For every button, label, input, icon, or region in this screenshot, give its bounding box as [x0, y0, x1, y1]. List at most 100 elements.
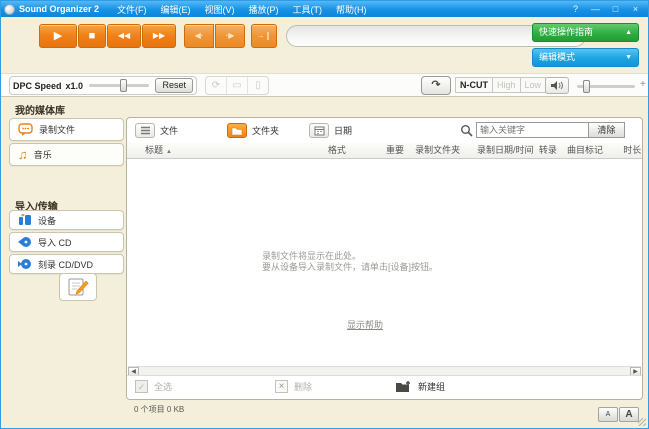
- font-size-large-button[interactable]: A: [619, 407, 639, 422]
- file-list-panel: 文件 文件夹 日期 清除 标题▲ 格式: [126, 117, 643, 400]
- calendar-view-icon: [309, 123, 329, 138]
- quick-guide-button[interactable]: 快速操作指南 ▲: [532, 23, 639, 42]
- delete-label: 删除: [294, 380, 312, 393]
- transport-toolbar: ▶ ■ ◀◀ ▶▶ ◀· ·▶ →❙ 快速操作指南 ▲ 编辑模式 ▼: [1, 17, 648, 73]
- edit-mode-label: 编辑模式: [539, 49, 625, 66]
- notepad-pencil-icon: [67, 276, 89, 298]
- tab-folders[interactable]: 文件夹: [227, 122, 279, 139]
- menubar: 文件(F) 编辑(E) 视图(V) 播放(P) 工具(T) 帮助(H): [117, 3, 367, 16]
- item-count-status: 0 个项目 0 KB: [134, 404, 184, 415]
- music-note-icon: ♫: [18, 150, 28, 160]
- cd-burn-icon: [18, 258, 32, 270]
- tab-date[interactable]: 日期: [309, 122, 352, 139]
- playback-option-group: ⟳ ▭ ▯: [205, 76, 269, 95]
- sidebar-item-recordings[interactable]: 录制文件: [9, 118, 124, 141]
- dpc-speed-value: x1.0: [66, 81, 84, 91]
- list-view-icon: [135, 123, 155, 138]
- previous-file-button[interactable]: ◀◀: [107, 24, 141, 48]
- checkbox-icon: ✓: [135, 380, 148, 393]
- marker-icon[interactable]: ▯: [248, 77, 268, 94]
- edit-mode-button[interactable]: 编辑模式 ▼: [532, 48, 639, 67]
- menu-play[interactable]: 播放(P): [249, 3, 279, 16]
- rewind-icon: ◀·: [195, 31, 204, 40]
- expand-down-icon: ▼: [625, 49, 632, 66]
- stop-icon: ■: [89, 30, 96, 42]
- search-input[interactable]: [476, 122, 588, 138]
- ncut-low-button[interactable]: Low: [520, 77, 547, 93]
- search-area: 清除: [460, 122, 625, 138]
- dpc-speed-label: DPC Speed: [13, 81, 62, 91]
- menu-edit[interactable]: 编辑(E): [161, 3, 191, 16]
- column-transcribe[interactable]: 转录: [539, 143, 567, 158]
- column-important[interactable]: 重要: [386, 143, 415, 158]
- tab-label: 文件: [160, 124, 178, 137]
- volume-slider-thumb[interactable]: [583, 80, 590, 93]
- sidebar-item-label: 音乐: [34, 148, 52, 161]
- new-group-label: 新建组: [418, 380, 445, 393]
- sidebar-item-label: 导入 CD: [38, 236, 72, 249]
- next-file-button[interactable]: ▶▶: [142, 24, 176, 48]
- previous-icon: ◀◀: [118, 31, 130, 40]
- table-header: 标题▲ 格式 重要 录制文件夹 录制日期/时间 转录 曲目标记 时长: [127, 143, 642, 159]
- menu-view[interactable]: 视图(V): [205, 3, 235, 16]
- delete-button[interactable]: × 删除: [275, 380, 312, 393]
- column-recording-folder[interactable]: 录制文件夹: [415, 143, 477, 158]
- tab-label: 日期: [334, 124, 352, 137]
- ncut-high-button[interactable]: High: [492, 77, 521, 93]
- ab-repeat-icon[interactable]: ▭: [227, 77, 248, 94]
- mute-button[interactable]: [545, 77, 569, 94]
- resize-grip[interactable]: [638, 418, 646, 426]
- rewind-button[interactable]: ◀·: [184, 24, 214, 48]
- column-length[interactable]: 时长: [623, 143, 642, 158]
- sidebar-item-label: 录制文件: [39, 123, 75, 136]
- play-icon: ▶: [54, 30, 62, 42]
- curved-arrow-icon: ↷: [431, 79, 440, 91]
- app-logo-icon: [4, 4, 15, 15]
- help-button[interactable]: ?: [569, 4, 582, 15]
- noise-cut-group: N-CUT High Low: [456, 77, 546, 93]
- show-help-link[interactable]: 显示帮助: [347, 318, 383, 331]
- dpc-reset-button[interactable]: Reset: [155, 78, 193, 93]
- clear-search-button[interactable]: 清除: [588, 122, 625, 138]
- tab-files[interactable]: 文件: [135, 122, 178, 139]
- sidebar-item-label: 刻录 CD/DVD: [38, 258, 93, 271]
- easy-search-button[interactable]: ↷: [421, 76, 451, 95]
- ncut-label: N-CUT: [455, 77, 493, 93]
- select-all-button[interactable]: ✓ 全选: [135, 380, 172, 393]
- column-title[interactable]: 标题▲: [145, 143, 328, 158]
- dpc-slider-thumb[interactable]: [120, 79, 127, 92]
- column-format[interactable]: 格式: [328, 143, 386, 158]
- play-button[interactable]: ▶: [39, 24, 77, 48]
- empty-line-1: 录制文件将显示在此处。: [262, 251, 438, 262]
- sidebar-item-music[interactable]: ♫ 音乐: [9, 143, 124, 166]
- font-size-small-button[interactable]: A: [598, 407, 618, 422]
- minimize-button[interactable]: —: [589, 4, 602, 15]
- menu-help[interactable]: 帮助(H): [336, 3, 367, 16]
- volume-plus-label: +: [640, 79, 646, 90]
- fast-forward-button[interactable]: ·▶: [215, 24, 245, 48]
- sidebar-item-device[interactable]: 设备: [9, 210, 124, 230]
- stop-button[interactable]: ■: [78, 24, 106, 48]
- search-icon: [460, 124, 473, 137]
- list-action-bar: ✓ 全选 × 删除 新建组: [127, 375, 642, 399]
- volume-slider[interactable]: [577, 85, 635, 88]
- column-recording-datetime[interactable]: 录制日期/时间: [477, 143, 539, 158]
- sidebar-item-burn-cd[interactable]: 刻录 CD/DVD: [9, 254, 124, 274]
- library-section-header: 我的媒体库: [15, 102, 65, 117]
- speaker-icon: [550, 80, 564, 91]
- sidebar-item-label: 设备: [38, 214, 56, 227]
- dpc-speed-slider[interactable]: [89, 84, 149, 87]
- memo-button[interactable]: [59, 273, 97, 301]
- maximize-button[interactable]: □: [609, 4, 622, 15]
- dpc-speed-group: DPC Speed x1.0 Reset: [9, 76, 197, 95]
- menu-tools[interactable]: 工具(T): [293, 3, 323, 16]
- close-button[interactable]: ×: [629, 4, 642, 15]
- sidebar-item-import-cd[interactable]: 导入 CD: [9, 232, 124, 252]
- repeat-icon[interactable]: ⟳: [206, 77, 227, 94]
- menu-file[interactable]: 文件(F): [117, 3, 147, 16]
- jump-play-button[interactable]: →❙: [251, 24, 277, 48]
- quick-guide-label: 快速操作指南: [539, 24, 625, 41]
- app-window: Sound Organizer 2 文件(F) 编辑(E) 视图(V) 播放(P…: [0, 0, 649, 429]
- new-group-button[interactable]: 新建组: [395, 380, 445, 393]
- column-track-marks[interactable]: 曲目标记: [567, 143, 623, 158]
